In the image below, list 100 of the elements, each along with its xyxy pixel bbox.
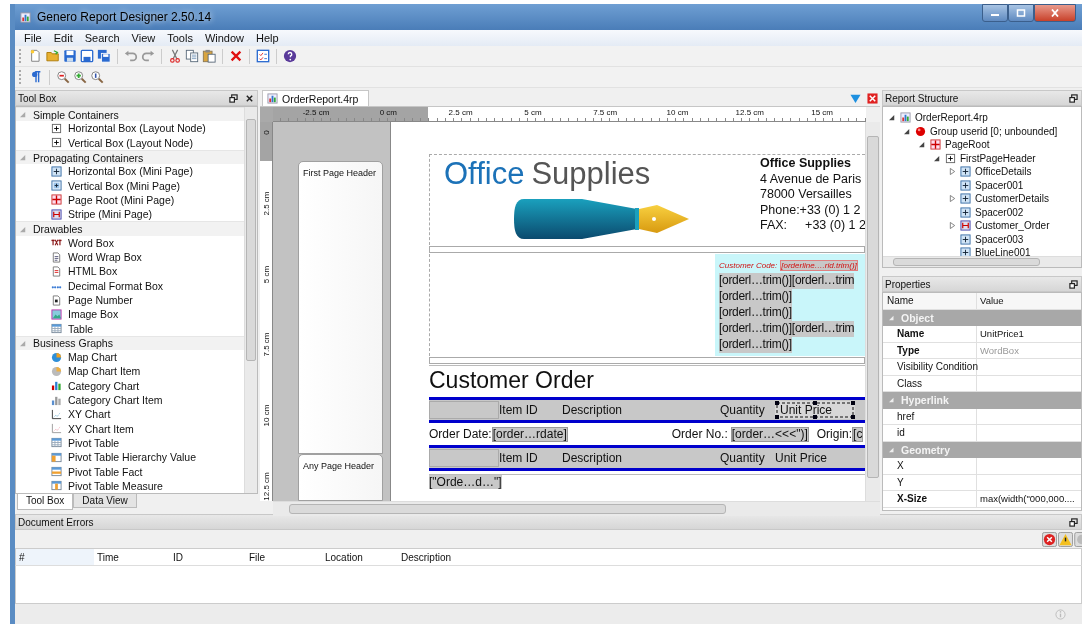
column-header[interactable]: Quantity	[720, 401, 775, 419]
minimize-button[interactable]	[982, 4, 1008, 22]
column-header[interactable]: Description	[562, 449, 720, 467]
tool-item[interactable]: Vertical Box (Layout Node)	[68, 136, 193, 149]
tool-item[interactable]: XY Chart	[68, 408, 111, 421]
expression-field[interactable]: [order…rdate]	[491, 426, 568, 442]
new-file-icon[interactable]	[29, 49, 43, 63]
zoom-in-icon[interactable]	[73, 70, 87, 84]
expression-field[interactable]: [orderl…trim()]	[719, 289, 792, 305]
expression-field[interactable]: ["Orde…d…"]	[429, 475, 502, 489]
category-header[interactable]: Drawables	[16, 221, 244, 236]
paragraph-icon[interactable]	[29, 70, 43, 84]
horizontal-scrollbar[interactable]	[883, 256, 1081, 267]
tool-item[interactable]: Decimal Format Box	[68, 279, 164, 292]
save-icon[interactable]	[63, 49, 77, 63]
panel-tab[interactable]: Tool Box	[17, 494, 74, 510]
tool-item[interactable]: HTML Box	[68, 265, 118, 278]
down-triangle-icon[interactable]	[850, 93, 861, 104]
column-header[interactable]: Description	[398, 549, 1081, 565]
open-folder-icon[interactable]	[46, 49, 60, 63]
expression-field[interactable]: [orderl…trim()]	[719, 337, 792, 353]
help-icon[interactable]	[283, 49, 297, 63]
column-header[interactable]: Item ID	[499, 401, 562, 419]
tool-item[interactable]: Map Chart	[68, 351, 118, 364]
tree-item[interactable]: Group userid [0; unbounded]	[930, 125, 1058, 137]
tree-item[interactable]: Customer_Order	[975, 220, 1050, 232]
panel-tab[interactable]: Data View	[73, 494, 137, 508]
menu-item[interactable]: View	[125, 32, 162, 44]
expand-triangle-icon[interactable]	[904, 127, 911, 135]
tool-item[interactable]: XY Chart Item	[68, 422, 134, 435]
cut-icon[interactable]	[168, 49, 182, 63]
property-value[interactable]: max(width("000,000....	[977, 491, 1081, 507]
redo-icon[interactable]	[141, 49, 155, 63]
tool-item[interactable]: Pivot Table Measure	[68, 479, 163, 492]
delete-icon[interactable]	[229, 49, 243, 63]
tool-item[interactable]: Category Chart Item	[68, 394, 163, 407]
expression-field[interactable]: [order…<<<")]	[730, 426, 809, 442]
undo-icon[interactable]	[124, 49, 138, 63]
column-header[interactable]: Value	[977, 293, 1081, 309]
tool-item[interactable]: Vertical Box (Mini Page)	[68, 179, 181, 192]
menu-item[interactable]: Tools	[161, 32, 199, 44]
column-header[interactable]: Description	[562, 401, 720, 419]
column-header[interactable]: ID	[170, 549, 246, 565]
tree-item[interactable]: Spacer002	[975, 206, 1024, 218]
tool-item[interactable]: Category Chart	[68, 379, 140, 392]
menu-item[interactable]: Window	[198, 32, 251, 44]
expression-field[interactable]: [orderl…trim	[791, 273, 855, 289]
column-header[interactable]: File	[246, 549, 322, 565]
tool-item[interactable]: Stripe (Mini Page)	[68, 208, 153, 221]
tool-item[interactable]: Image Box	[68, 308, 119, 321]
section-panel[interactable]: Any Page Header	[298, 454, 383, 501]
expression-field[interactable]: [orderl…trim()]	[719, 321, 792, 337]
tree-item[interactable]: PageRoot	[945, 139, 990, 151]
column-header[interactable]: Unit Price	[775, 401, 855, 419]
maximize-button[interactable]	[1008, 4, 1034, 22]
tool-item[interactable]: Page Root (Mini Page)	[68, 193, 175, 206]
menu-item[interactable]: Edit	[47, 32, 79, 44]
menu-item[interactable]: Help	[250, 32, 285, 44]
column-header[interactable]: Location	[322, 549, 398, 565]
column-header[interactable]: Time	[94, 549, 170, 565]
expand-triangle-icon[interactable]	[889, 114, 896, 122]
checklist-icon[interactable]	[256, 49, 270, 63]
tree-item[interactable]: Spacer001	[975, 179, 1024, 191]
float-icon[interactable]	[229, 93, 238, 103]
column-header[interactable]: Quantity	[720, 449, 775, 467]
tool-item[interactable]: Pivot Table	[68, 436, 120, 449]
tool-item[interactable]: Horizontal Box (Layout Node)	[68, 122, 206, 135]
error-filter-icon[interactable]	[1042, 531, 1057, 547]
menu-item[interactable]: File	[18, 32, 48, 44]
column-header[interactable]: Unit Price	[775, 449, 855, 467]
paste-icon[interactable]	[202, 49, 216, 63]
expression-field[interactable]: [orderl…trim()]	[719, 273, 792, 289]
tool-item[interactable]: Pivot Table Fact	[68, 465, 143, 478]
float-icon[interactable]	[1069, 279, 1078, 289]
close-button[interactable]	[1034, 4, 1076, 22]
float-icon[interactable]	[1069, 93, 1078, 103]
column-header[interactable]: Item ID	[499, 449, 562, 467]
vertical-scrollbar[interactable]	[244, 107, 257, 493]
tree-item[interactable]: OfficeDetails	[975, 166, 1032, 178]
category-header[interactable]: Propagating Containers	[16, 149, 244, 165]
tree-item[interactable]: CustomerDetails	[975, 193, 1049, 205]
horizontal-scrollbar[interactable]	[273, 501, 880, 516]
tool-item[interactable]: Pivot Table Hierarchy Value	[68, 451, 196, 464]
category-header[interactable]: Simple Containers	[16, 107, 244, 122]
tool-item[interactable]: Horizontal Box (Mini Page)	[68, 165, 193, 178]
tool-item[interactable]: Map Chart Item	[68, 365, 141, 378]
tool-item[interactable]: Table	[68, 322, 94, 335]
tree-item[interactable]: OrderReport.4rp	[915, 112, 988, 124]
save-as-icon[interactable]	[80, 49, 94, 63]
tree-item[interactable]: FirstPageHeader	[960, 152, 1036, 164]
expand-triangle-icon[interactable]	[934, 154, 941, 162]
expression-field[interactable]: [orderl…trim()]	[719, 305, 792, 321]
menu-item[interactable]: Search	[78, 32, 126, 44]
document-tab[interactable]: OrderReport.4rp	[262, 90, 370, 106]
category-header[interactable]: Business Graphs	[16, 335, 244, 351]
tool-item[interactable]: Word Box	[68, 236, 114, 249]
tree-item[interactable]: BlueLine001	[975, 247, 1031, 256]
tool-item[interactable]: Word Wrap Box	[68, 251, 142, 264]
expand-triangle-icon[interactable]	[919, 141, 926, 149]
vertical-scrollbar[interactable]	[865, 122, 880, 501]
